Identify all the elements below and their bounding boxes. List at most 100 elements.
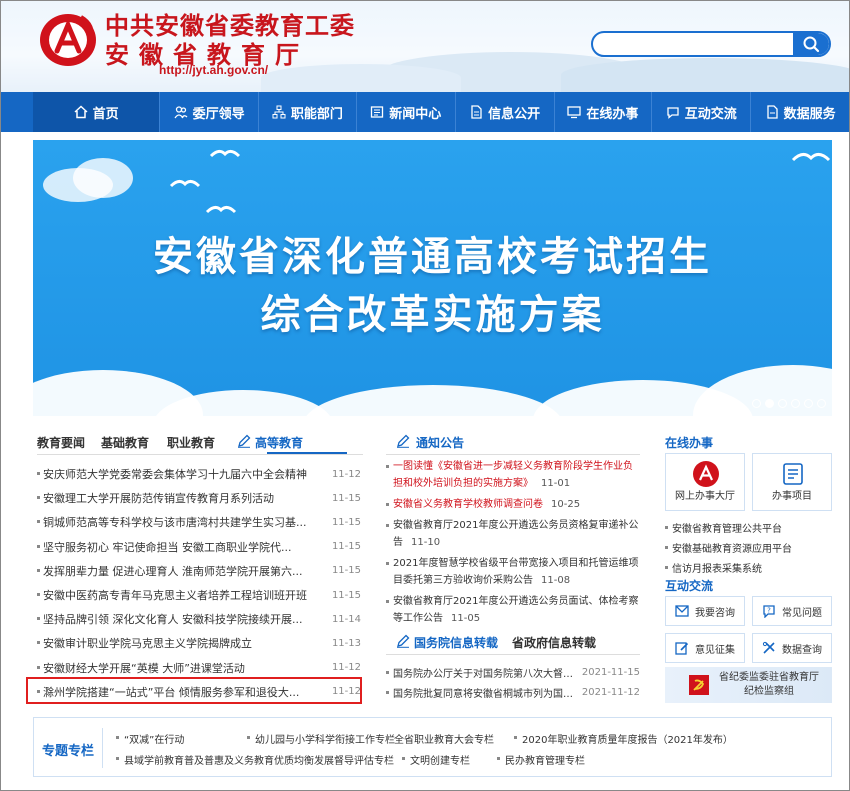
discipline-inspection-banner[interactable]: 省纪委监委驻省教育厅 纪检监察组 bbox=[665, 667, 832, 703]
special-link[interactable]: 县域学前教育普及普惠及义务教育优质均衡发展督导评估专栏 bbox=[116, 752, 394, 767]
special-link[interactable]: 全省职业教育大会专栏 bbox=[386, 731, 494, 746]
notice-list: 一图读懂《安徽省进一步减轻义务教育阶段学生作业负担和校外培训负担的实施方案》 11… bbox=[386, 458, 640, 631]
state-council-item-date: 2021-11-15 bbox=[581, 666, 640, 678]
special-link[interactable]: 2020年职业教育质量年度报告（2021年发布） bbox=[514, 731, 733, 746]
tab-provincial-gov[interactable]: 省政府信息转载 bbox=[512, 634, 596, 651]
question-icon: ? bbox=[763, 605, 775, 618]
notice-item-title[interactable]: 2021年度智慧学校省级平台带宽接入项目和托管运维项目委托第三方验收询价采购公告 bbox=[393, 558, 638, 586]
tab-vocational-education[interactable]: 职业教育 bbox=[167, 434, 215, 451]
link-petition-report-system[interactable]: 信访月报表采集系统 bbox=[665, 560, 762, 575]
news-title[interactable]: 铜城师范高等专科学校与该市唐湾村共建学生实习基... bbox=[37, 514, 321, 530]
news-title[interactable]: 坚守服务初心 牢记使命担当 安徽工商职业学院代... bbox=[37, 539, 321, 555]
query-icon bbox=[762, 641, 775, 654]
notice-item-title[interactable]: 安徽省教育厅2021年度公开遴选公务员面试、体检考察等工作公告 bbox=[393, 596, 638, 624]
faq-button[interactable]: ? 常见问题 bbox=[752, 596, 832, 626]
carousel-dot-3[interactable] bbox=[778, 399, 787, 408]
pencil-icon bbox=[238, 434, 251, 448]
news-title[interactable]: 安徽财经大学开展“英模 大师”进课堂活动 bbox=[37, 660, 321, 676]
nav-interaction[interactable]: 互动交流 bbox=[652, 92, 752, 132]
nav-home[interactable]: 首页 bbox=[33, 92, 161, 132]
carousel-dot-1[interactable] bbox=[752, 399, 761, 408]
notice-item-date: 11-01 bbox=[541, 478, 571, 489]
news-row[interactable]: 安庆师范大学党委常委会集体学习十九届六中全会精神 11-12 bbox=[37, 462, 361, 486]
faq-label: 常见问题 bbox=[782, 607, 822, 619]
carousel-dot-2[interactable] bbox=[765, 399, 774, 408]
data-query-label: 数据查询 bbox=[782, 644, 822, 656]
notice-item-date: 10-25 bbox=[551, 499, 581, 510]
consult-button[interactable]: 我要咨询 bbox=[665, 596, 745, 626]
opinion-label: 意见征集 bbox=[695, 644, 735, 656]
notice-item[interactable]: 安徽省教育厅2021年度公开遴选公务员面试、体检考察等工作公告 11-05 bbox=[386, 593, 640, 627]
state-council-item[interactable]: 国务院批复同意将安徽省桐城市列为国家历... 2021-11-12 bbox=[386, 682, 640, 702]
link-edu-management-platform[interactable]: 安徽省教育管理公共平台 bbox=[665, 520, 782, 535]
notice-item[interactable]: 一图读懂《安徽省进一步减轻义务教育阶段学生作业负担和校外培训负担的实施方案》 11… bbox=[386, 458, 640, 492]
special-link[interactable]: 民办教育管理专栏 bbox=[497, 752, 585, 767]
news-date: 11-15 bbox=[331, 565, 361, 577]
news-title[interactable]: 发挥朋辈力量 促进心理育人 淮南师范学院开展第六... bbox=[37, 563, 321, 579]
news-title[interactable]: 坚持品牌引领 深化文化育人 安徽科技学院接续开展... bbox=[37, 611, 321, 627]
news-date: 11-14 bbox=[331, 613, 361, 625]
notice-title[interactable]: 通知公告 bbox=[416, 434, 464, 451]
news-row[interactable]: 安徽中医药高专青年马克思主义者培养工程培训班开班 11-15 bbox=[37, 583, 361, 607]
state-council-item[interactable]: 国务院办公厅关于对国务院第八次大督查发... 2021-11-15 bbox=[386, 662, 640, 682]
monitor-icon bbox=[567, 106, 582, 119]
news-row[interactable]: 安徽理工大学开展防范传销宣传教育月系列活动 11-15 bbox=[37, 486, 361, 510]
news-row[interactable]: 安徽审计职业学院马克思主义学院揭牌成立 11-13 bbox=[37, 631, 361, 655]
state-council-item-title[interactable]: 国务院批复同意将安徽省桐城市列为国家历... bbox=[386, 685, 580, 700]
state-council-item-title[interactable]: 国务院办公厅关于对国务院第八次大督查发... bbox=[386, 665, 580, 680]
notice-item-title[interactable]: 一图读懂《安徽省进一步减轻义务教育阶段学生作业负担和校外培训负担的实施方案》 bbox=[393, 461, 633, 489]
news-row[interactable]: 坚持品牌引领 深化文化育人 安徽科技学院接续开展... 11-14 bbox=[37, 607, 361, 631]
banner-carousel[interactable]: 安徽省深化普通高校考试招生 综合改革实施方案 bbox=[33, 140, 832, 416]
party-emblem-icon bbox=[689, 675, 709, 695]
carousel-dot-6[interactable] bbox=[817, 399, 826, 408]
notice-item[interactable]: 2021年度智慧学校省级平台带宽接入项目和托管运维项目委托第三方验收询价采购公告… bbox=[386, 555, 640, 589]
nav-info-public[interactable]: 信息公开 bbox=[456, 92, 555, 132]
carousel-dot-4[interactable] bbox=[791, 399, 800, 408]
nav-online-service[interactable]: 在线办事 bbox=[555, 92, 653, 132]
search-button[interactable] bbox=[793, 33, 829, 55]
carousel-dot-5[interactable] bbox=[804, 399, 813, 408]
cloud-decoration bbox=[693, 365, 832, 416]
site-url: http://jyt.ah.gov.cn/ bbox=[159, 63, 269, 77]
special-link[interactable]: “双减”在行动 bbox=[116, 731, 184, 746]
notice-item[interactable]: 安徽省义务教育学校教师调查问卷 10-25 bbox=[386, 496, 640, 513]
interaction-title: 互动交流 bbox=[665, 579, 714, 593]
search-box bbox=[591, 31, 831, 57]
nav-data-service[interactable]: 数据服务 bbox=[751, 92, 849, 132]
news-row[interactable]: 铜城师范高等专科学校与该市唐湾村共建学生实习基... 11-15 bbox=[37, 510, 361, 534]
gov-service-icon bbox=[693, 461, 719, 487]
news-title[interactable]: 安徽审计职业学院马克思主义学院揭牌成立 bbox=[37, 635, 321, 651]
nav-leaders[interactable]: 委厅领导 bbox=[160, 92, 260, 132]
service-items-button[interactable]: 办事项目 bbox=[752, 453, 832, 511]
tab-state-council[interactable]: 国务院信息转载 bbox=[414, 634, 498, 651]
special-topics-title: 专题专栏 bbox=[42, 744, 95, 759]
news-date: 11-15 bbox=[331, 541, 361, 553]
opinion-button[interactable]: 意见征集 bbox=[665, 633, 745, 663]
tab-higher-education[interactable]: 高等教育 bbox=[255, 434, 303, 451]
chat-icon bbox=[667, 107, 679, 119]
news-date: 11-15 bbox=[331, 589, 361, 601]
online-hall-button[interactable]: 网上办事大厅 bbox=[665, 453, 745, 511]
notice-item-date: 11-10 bbox=[411, 537, 441, 548]
link-basic-edu-resource-platform[interactable]: 安徽基础教育资源应用平台 bbox=[665, 540, 792, 555]
nav-news[interactable]: 新闻中心 bbox=[357, 92, 456, 132]
nav-label: 数据服务 bbox=[783, 106, 836, 122]
news-title[interactable]: 安庆师范大学党委常委会集体学习十九届六中全会精神 bbox=[37, 466, 321, 482]
nav-label: 互动交流 bbox=[684, 106, 737, 122]
news-row[interactable]: 坚守服务初心 牢记使命担当 安徽工商职业学院代... 11-15 bbox=[37, 535, 361, 559]
news-title[interactable]: 安徽中医药高专青年马克思主义者培养工程培训班开班 bbox=[37, 587, 321, 603]
data-query-button[interactable]: 数据查询 bbox=[752, 633, 832, 663]
special-link[interactable]: 文明创建专栏 bbox=[402, 752, 470, 767]
search-input[interactable] bbox=[601, 36, 795, 54]
nav-departments[interactable]: 职能部门 bbox=[259, 92, 357, 132]
party-line1: 省纪委监委驻省教育厅 bbox=[719, 672, 819, 683]
tab-basic-education[interactable]: 基础教育 bbox=[101, 434, 149, 451]
tab-education-news[interactable]: 教育要闻 bbox=[37, 434, 85, 451]
notice-item-title[interactable]: 安徽省义务教育学校教师调查问卷 bbox=[393, 499, 543, 510]
news-row[interactable]: 发挥朋辈力量 促进心理育人 淮南师范学院开展第六... 11-15 bbox=[37, 559, 361, 583]
org-icon bbox=[272, 105, 286, 119]
special-link[interactable]: 幼儿园与小学科学衔接工作专栏 bbox=[247, 731, 395, 746]
main-nav: 首页 委厅领导 职能部门 新闻中心 信息公开 在线办事 互动交流 数据服务 bbox=[1, 92, 849, 132]
news-title[interactable]: 安徽理工大学开展防范传销宣传教育月系列活动 bbox=[37, 490, 321, 506]
notice-item[interactable]: 安徽省教育厅2021年度公开遴选公务员资格复审递补公告 11-10 bbox=[386, 517, 640, 551]
